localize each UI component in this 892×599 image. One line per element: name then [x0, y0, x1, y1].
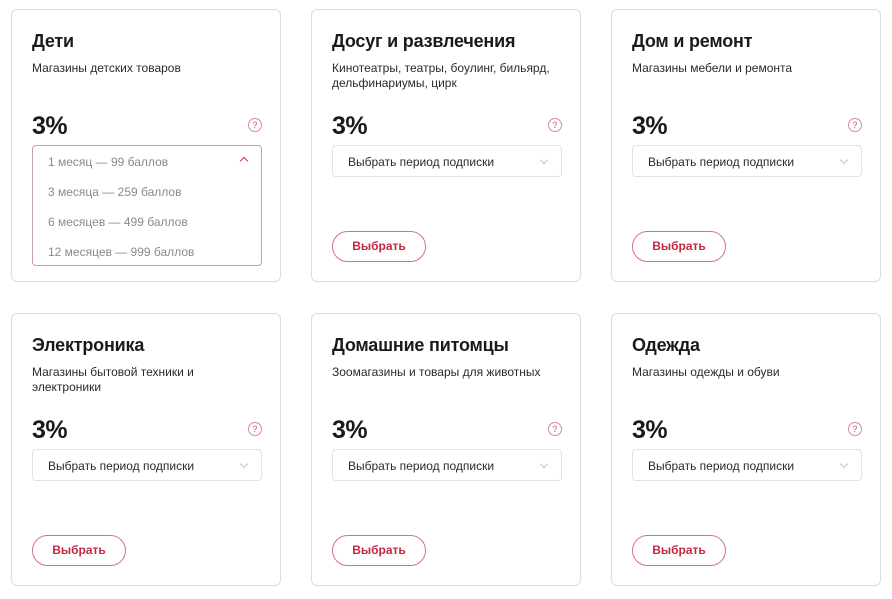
chevron-down-icon	[539, 155, 549, 165]
chevron-down-icon	[539, 459, 549, 469]
card-title: Досуг и развлечения	[332, 31, 516, 51]
period-select[interactable]: Выбрать период подписки	[632, 449, 862, 481]
select-button[interactable]: Выбрать	[632, 535, 726, 566]
help-icon[interactable]: ?	[248, 422, 262, 436]
card-title: Дом и ремонт	[632, 31, 753, 51]
card-title: Дети	[32, 31, 74, 51]
dropdown-option[interactable]: 3 месяца — 259 баллов	[48, 185, 181, 199]
category-card-leisure: Досуг и развлечения Кинотеатры, театры, …	[311, 9, 581, 282]
cashback-percent: 3%	[632, 112, 668, 140]
cashback-percent: 3%	[32, 416, 68, 444]
chevron-down-icon	[839, 155, 849, 165]
category-card-clothing: Одежда Магазины одежды и обуви 3% ? Выбр…	[611, 313, 881, 586]
category-card-home: Дом и ремонт Магазины мебели и ремонта 3…	[611, 9, 881, 282]
dropdown-selected-option[interactable]: 1 месяц — 99 баллов	[48, 155, 168, 169]
period-dropdown-open[interactable]: 1 месяц — 99 баллов 3 месяца — 259 балло…	[32, 145, 262, 266]
period-select-placeholder: Выбрать период подписки	[348, 459, 495, 473]
period-select-placeholder: Выбрать период подписки	[648, 459, 795, 473]
cashback-percent: 3%	[632, 416, 668, 444]
card-title: Домашние питомцы	[332, 335, 509, 355]
card-description: Магазины бытовой техники и электроники	[32, 365, 194, 394]
card-title: Электроника	[32, 335, 145, 355]
dropdown-option[interactable]: 12 месяцев — 999 баллов	[48, 245, 194, 259]
select-button[interactable]: Выбрать	[332, 535, 426, 566]
category-card-electronics: Электроника Магазины бытовой техники и э…	[11, 313, 281, 586]
card-description: Зоомагазины и товары для животных	[332, 365, 541, 379]
category-card-kids: Дети Магазины детских товаров 3% ? 1 мес…	[11, 9, 281, 282]
period-select-placeholder: Выбрать период подписки	[348, 155, 495, 169]
period-select-placeholder: Выбрать период подписки	[648, 155, 795, 169]
period-select[interactable]: Выбрать период подписки	[332, 449, 562, 481]
card-description: Магазины детских товаров	[32, 61, 181, 75]
card-title: Одежда	[632, 335, 700, 355]
card-description: Кинотеатры, театры, боулинг, бильярд, де…	[332, 61, 550, 90]
category-card-pets: Домашние питомцы Зоомагазины и товары дл…	[311, 313, 581, 586]
help-icon[interactable]: ?	[848, 118, 862, 132]
period-select[interactable]: Выбрать период подписки	[332, 145, 562, 177]
select-button[interactable]: Выбрать	[32, 535, 126, 566]
cashback-percent: 3%	[332, 112, 368, 140]
chevron-up-icon[interactable]	[239, 156, 249, 166]
dropdown-option[interactable]: 6 месяцев — 499 баллов	[48, 215, 188, 229]
select-button[interactable]: Выбрать	[632, 231, 726, 262]
cashback-percent: 3%	[332, 416, 368, 444]
chevron-down-icon	[239, 459, 249, 469]
cashback-percent: 3%	[32, 112, 68, 140]
help-icon[interactable]: ?	[548, 422, 562, 436]
period-select[interactable]: Выбрать период подписки	[632, 145, 862, 177]
help-icon[interactable]: ?	[548, 118, 562, 132]
card-description: Магазины одежды и обуви	[632, 365, 780, 379]
card-description: Магазины мебели и ремонта	[632, 61, 793, 75]
select-button[interactable]: Выбрать	[332, 231, 426, 262]
chevron-down-icon	[839, 459, 849, 469]
period-select-placeholder: Выбрать период подписки	[48, 459, 195, 473]
help-icon[interactable]: ?	[248, 118, 262, 132]
help-icon[interactable]: ?	[848, 422, 862, 436]
period-select[interactable]: Выбрать период подписки	[32, 449, 262, 481]
